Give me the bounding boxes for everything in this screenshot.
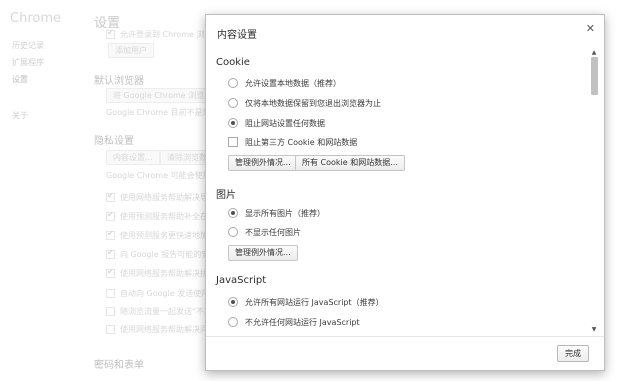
dialog-title: 内容设置	[217, 30, 257, 41]
cookie-option-allow[interactable]: 允许设置本地数据（推荐）	[228, 77, 341, 89]
images-manage-exceptions-button[interactable]: 管理例外情况...	[228, 245, 298, 261]
javascript-option-allow-label: 允许所有网站运行 JavaScript（推荐）	[245, 297, 384, 307]
javascript-option-allow[interactable]: 允许所有网站运行 JavaScript（推荐）	[228, 296, 384, 308]
radio-icon[interactable]	[228, 227, 238, 237]
images-option-show-none[interactable]: 不显示任何图片	[228, 226, 301, 238]
cookie-option-session[interactable]: 仅将本地数据保留到您退出浏览器为止	[228, 97, 381, 109]
content-settings-dialog: 内容设置 ✕ Cookie 允许设置本地数据（推荐） 仅将本地数据保留到您退出浏…	[205, 14, 605, 371]
close-icon[interactable]: ✕	[586, 22, 595, 35]
cookie-option-block-label: 阻止网站设置任何数据	[245, 118, 325, 128]
dialog-scroll-area[interactable]: Cookie 允许设置本地数据（推荐） 仅将本地数据保留到您退出浏览器为止 阻止…	[206, 49, 588, 334]
section-javascript-title: JavaScript	[216, 275, 267, 286]
cookie-option-allow-label: 允许设置本地数据（推荐）	[245, 78, 341, 88]
section-cookie-title: Cookie	[216, 57, 250, 68]
scroll-down-arrow-icon[interactable]: ▼	[590, 326, 598, 334]
radio-selected-icon[interactable]	[228, 118, 238, 128]
radio-selected-icon[interactable]	[228, 208, 238, 218]
javascript-option-block[interactable]: 不允许任何网站运行 JavaScript	[228, 316, 360, 328]
dialog-scrollbar[interactable]: ▲ ▼	[590, 49, 598, 334]
radio-icon[interactable]	[228, 78, 238, 88]
images-option-show-none-label: 不显示任何图片	[245, 227, 301, 237]
images-option-show-all-label: 显示所有图片（推荐）	[245, 208, 325, 218]
block-third-party-label: 阻止第三方 Cookie 和网站数据	[245, 137, 358, 147]
dialog-footer: 完成	[206, 336, 604, 371]
scroll-up-arrow-icon[interactable]: ▲	[590, 49, 598, 57]
javascript-option-block-label: 不允许任何网站运行 JavaScript	[245, 317, 360, 327]
all-cookies-button[interactable]: 所有 Cookie 和网站数据...	[295, 155, 405, 171]
images-option-show-all[interactable]: 显示所有图片（推荐）	[228, 207, 325, 219]
done-button[interactable]: 完成	[557, 345, 589, 362]
radio-selected-icon[interactable]	[228, 297, 238, 307]
checkbox-icon[interactable]	[228, 137, 238, 147]
block-third-party-cookies[interactable]: 阻止第三方 Cookie 和网站数据	[228, 136, 357, 148]
radio-icon[interactable]	[228, 98, 238, 108]
cookie-option-block[interactable]: 阻止网站设置任何数据	[228, 117, 325, 129]
cookie-option-session-label: 仅将本地数据保留到您退出浏览器为止	[245, 98, 381, 108]
radio-icon[interactable]	[228, 317, 238, 327]
scrollbar-thumb[interactable]	[591, 57, 598, 95]
section-images-title: 图片	[216, 190, 236, 201]
cookie-manage-exceptions-button[interactable]: 管理例外情况...	[228, 155, 298, 171]
